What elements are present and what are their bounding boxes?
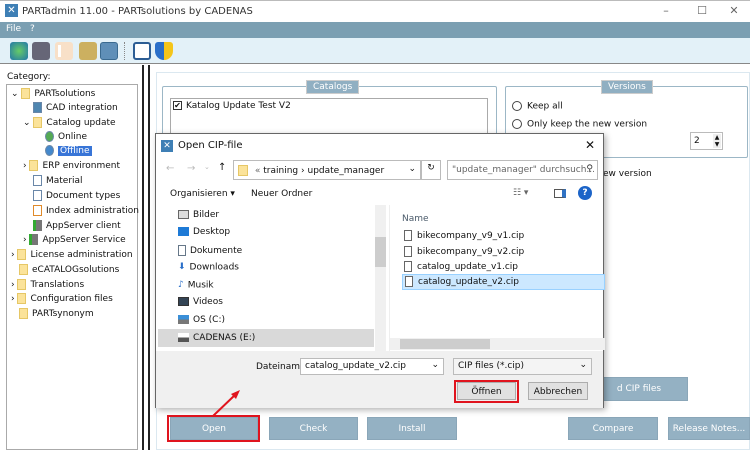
annotation-arrow — [212, 390, 240, 417]
arrow-line — [212, 393, 237, 417]
